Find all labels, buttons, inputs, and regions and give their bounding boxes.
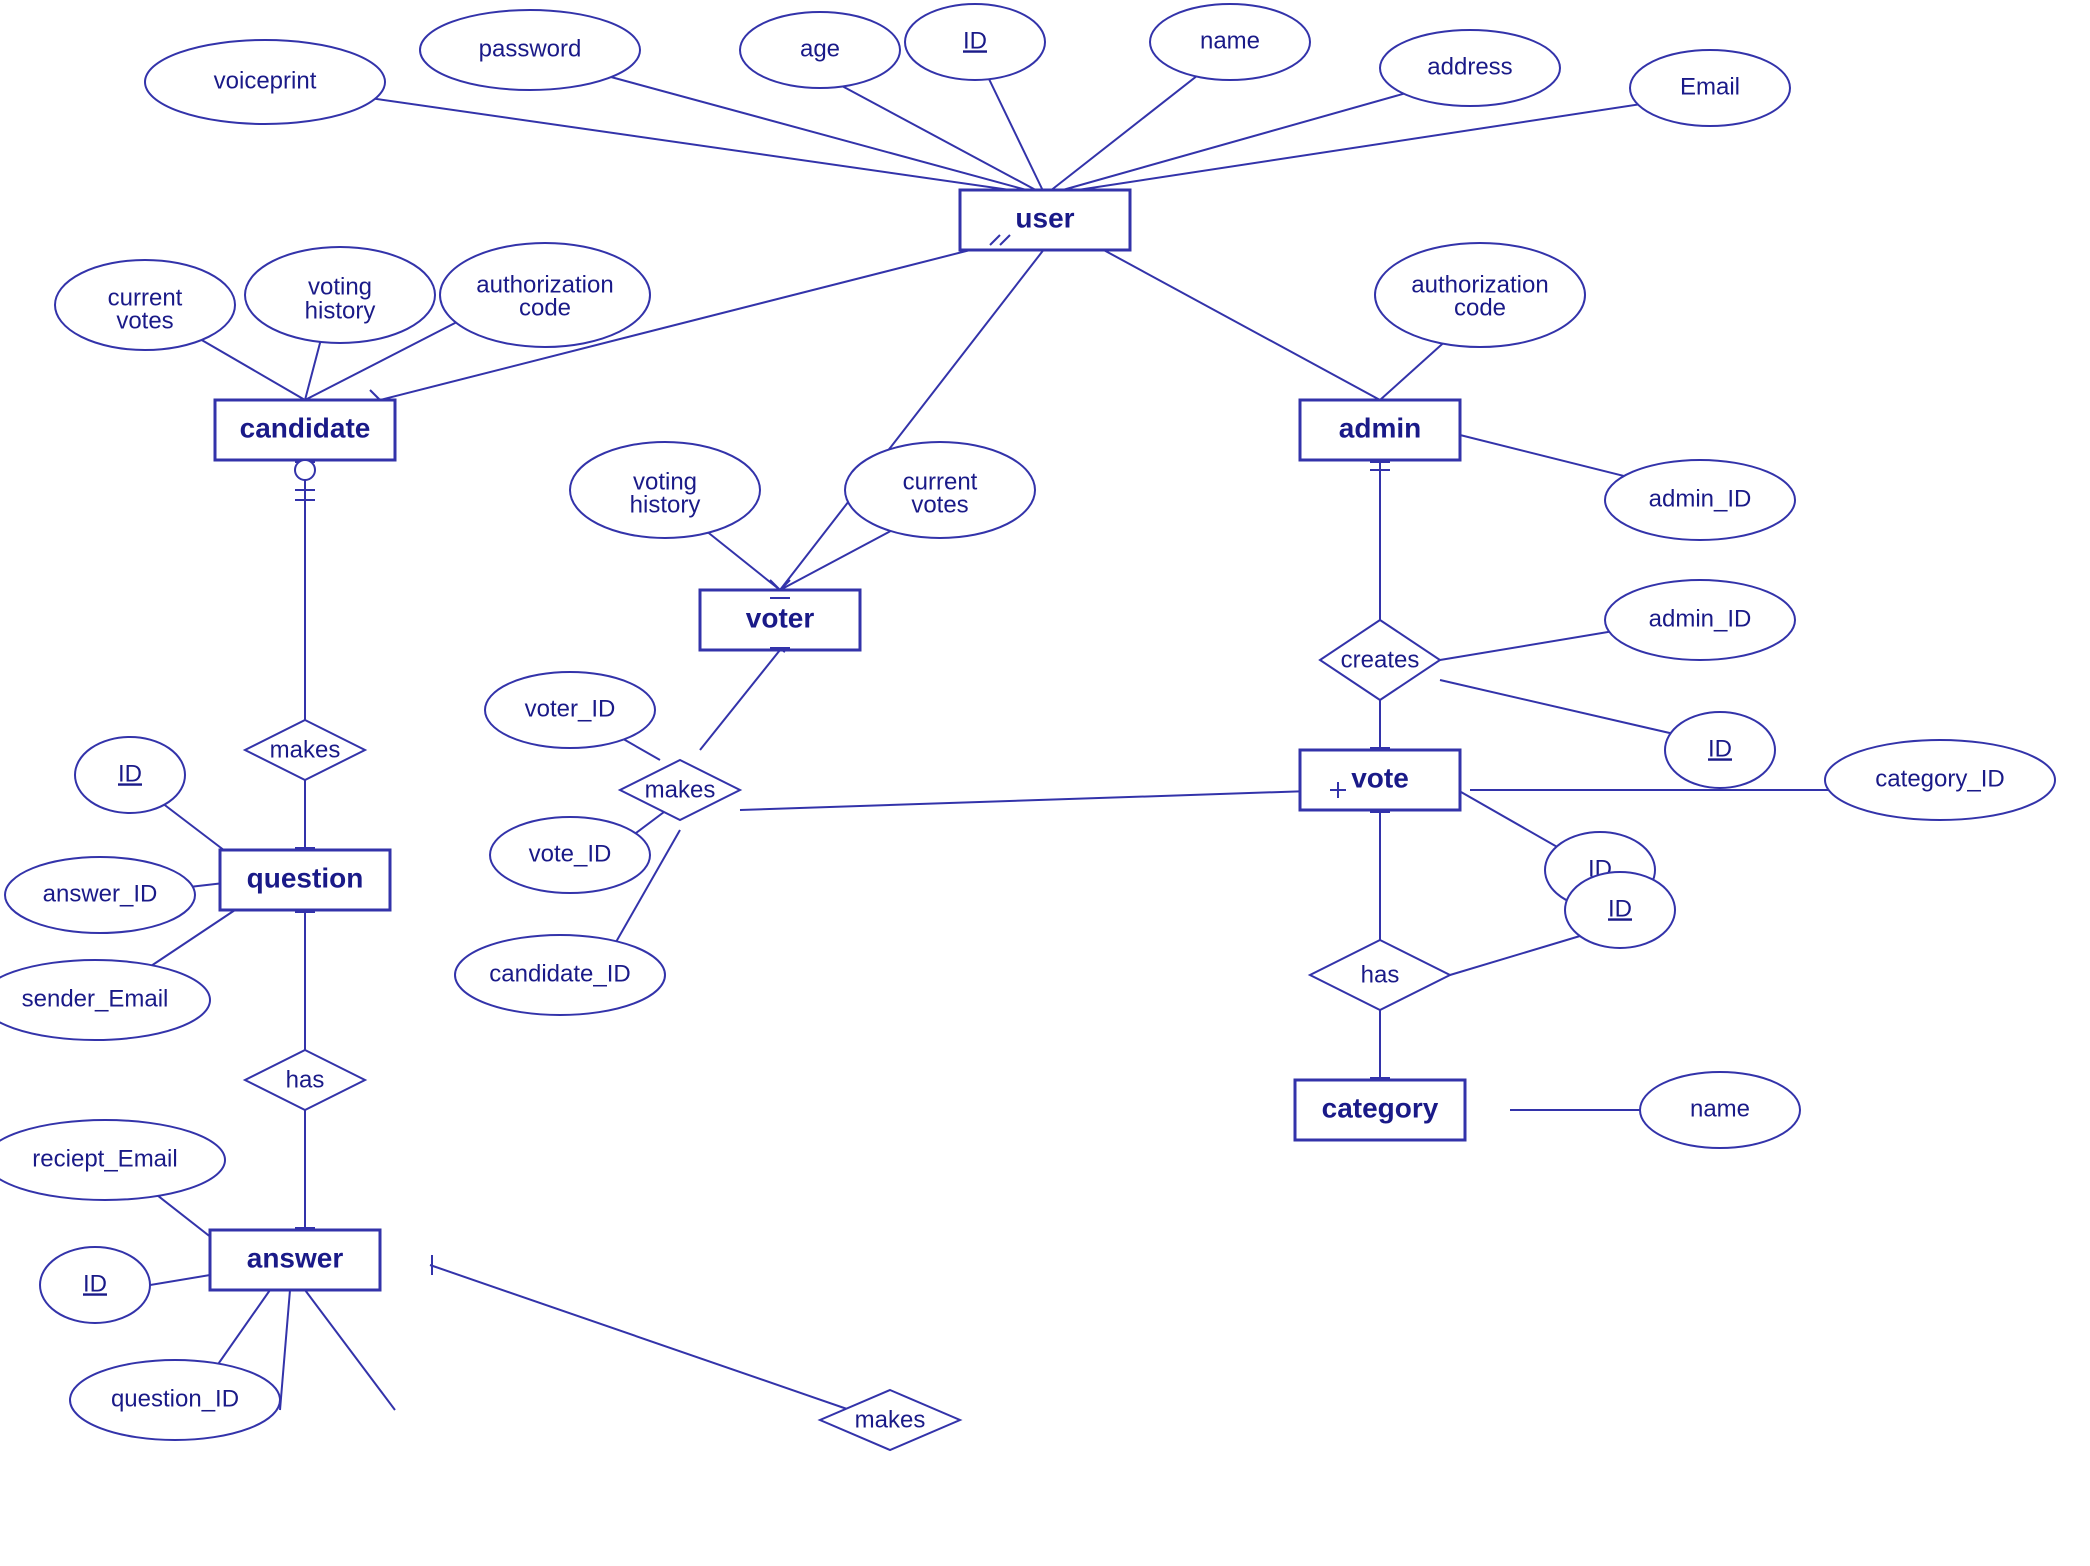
attr-category-id-label: category_ID xyxy=(1875,765,2004,792)
attr-voter-id-label: voter_ID xyxy=(525,695,616,722)
entity-category-label: category xyxy=(1322,1092,1439,1123)
rel-makes-answer-label: makes xyxy=(855,1406,926,1433)
entity-voter-label: voter xyxy=(746,602,815,633)
attr-address-label: address xyxy=(1427,53,1512,80)
attr-voter-current-votes-label2: votes xyxy=(911,491,968,518)
entity-candidate-label: candidate xyxy=(240,412,371,443)
entity-answer-label: answer xyxy=(247,1242,344,1273)
attr-admin-id-label: admin_ID xyxy=(1649,485,1752,512)
entity-vote-label: vote xyxy=(1351,762,1409,793)
attr-cand-auth-code-label2: code xyxy=(519,294,571,321)
attr-cand-voting-history-label: voting xyxy=(308,273,372,300)
attr-voiceprint-label: voiceprint xyxy=(214,67,317,94)
entity-user-label: user xyxy=(1015,202,1074,233)
rel-creates-label: creates xyxy=(1341,646,1420,673)
attr-question-id2-label: question_ID xyxy=(111,1385,239,1412)
attr-category-name-label: name xyxy=(1690,1095,1750,1122)
attr-answer-id-label: answer_ID xyxy=(43,880,158,907)
attr-cand-voting-history-label2: history xyxy=(305,297,376,324)
attr-age-label: age xyxy=(800,35,840,62)
rel-has-vote-label: has xyxy=(1361,961,1400,988)
attr-has-id-label: ID xyxy=(1608,895,1632,922)
rel-makes-voter-label: makes xyxy=(645,776,716,803)
attr-password-label: password xyxy=(479,35,582,62)
attr-vote-id-label: vote_ID xyxy=(529,840,612,867)
attr-creates-id-label: ID xyxy=(1708,735,1732,762)
rel-has-question-label: has xyxy=(286,1066,325,1093)
attr-user-id-label: ID xyxy=(963,27,987,54)
attr-answer-own-id-label: ID xyxy=(83,1270,107,1297)
attr-user-name-label: name xyxy=(1200,27,1260,54)
attr-candidate-id-label: candidate_ID xyxy=(489,960,630,987)
cardinality-zero-candidate xyxy=(295,460,315,480)
attr-sender-email-label: sender_Email xyxy=(22,985,169,1012)
entity-admin-label: admin xyxy=(1339,412,1421,443)
attr-voter-voting-history-label2: history xyxy=(630,491,701,518)
attr-admin-auth-code-label2: code xyxy=(1454,294,1506,321)
attr-creates-admin-id-label: admin_ID xyxy=(1649,605,1752,632)
attr-question-id-label: ID xyxy=(118,760,142,787)
er-diagram: user candidate voter admin vote question… xyxy=(0,0,2090,1566)
rel-makes-candidate-label: makes xyxy=(270,736,341,763)
entity-question-label: question xyxy=(247,862,364,893)
attr-email-label: Email xyxy=(1680,73,1740,100)
attr-reciept-email-label: reciept_Email xyxy=(32,1145,177,1172)
attr-cand-current-votes-label2: votes xyxy=(116,307,173,334)
